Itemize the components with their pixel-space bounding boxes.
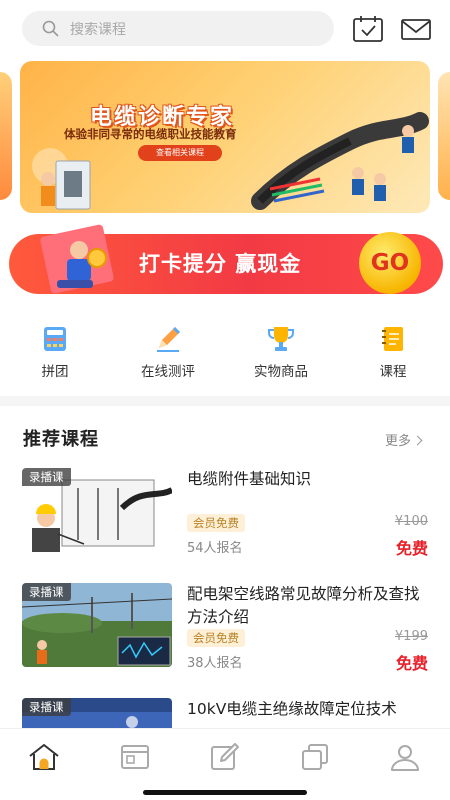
top-bar: 搜索课程 [0,0,450,58]
original-price: ¥199 [394,629,428,644]
original-price: ¥100 [394,514,428,529]
home-indicator [143,790,307,795]
pencil-icon [157,327,180,352]
quick-nav-label: 拼团 [41,364,69,380]
copy-icon[interactable] [297,741,333,773]
trophy-icon [268,327,294,351]
course-title: 电缆附件基础知识 [187,470,312,488]
course-item[interactable]: 录播课 电缆附件基础知识 会员免费 54人报名 ¥100 免费 [0,468,450,568]
quick-nav: 拼团 在线测评 实物商品 课程 [0,318,450,388]
quick-nav-label: 在线测评 [141,364,195,380]
course-item[interactable]: 录播课 10kV电缆主绝缘故障定位技术 [0,698,450,728]
search-input[interactable]: 搜索课程 [70,19,126,39]
calendar-check-icon[interactable] [352,14,384,44]
search-box[interactable]: 搜索课程 [22,11,334,46]
checkin-text: 打卡提分 赢现金 [139,252,302,276]
chevron-right-icon [412,435,423,446]
section-title: 推荐课程 [23,429,99,450]
search-icon [42,20,59,37]
checkin-illustration [40,224,114,294]
user-icon[interactable] [387,741,423,773]
course-thumbnail: 录播课 [22,468,172,552]
checkin-banner[interactable]: 打卡提分 赢现金 GO [9,224,443,300]
promo-banner[interactable]: 电缆诊断专家 体验非同寻常的电缆职业技能教育 查看相关课程 [20,61,430,213]
member-free-badge: 会员免费 [187,514,245,532]
carousel-prev-peek[interactable] [0,72,12,200]
course-thumbnail: 录播课 [22,698,172,728]
mail-icon[interactable] [400,14,432,44]
member-free-badge: 会员免费 [187,629,245,647]
quick-nav-courses[interactable]: 课程 [348,318,438,380]
recorded-tag: 录播课 [22,698,71,716]
banner-subtitle: 体验非同寻常的电缆职业技能教育 [64,127,237,141]
calculator-icon [44,327,66,351]
quick-nav-group-buy[interactable]: 拼团 [10,318,100,380]
quick-nav-label: 课程 [379,364,407,380]
quick-nav-label: 实物商品 [254,364,308,380]
course-item[interactable]: 录播课 配电架空线路常见故障分析及查找方法介绍 会员免费 38人报名 ¥199 … [0,583,450,683]
carousel-next-peek[interactable] [438,72,450,200]
enroll-count: 38人报名 [187,656,243,671]
go-button[interactable]: GO [359,232,421,294]
more-label: 更多 [385,434,412,449]
price: 免费 [395,539,428,558]
quick-nav-online-test[interactable]: 在线测评 [123,318,213,380]
home-icon[interactable] [26,741,62,773]
course-title: 10kV电缆主绝缘故障定位技术 [187,700,397,718]
enroll-count: 54人报名 [187,541,243,556]
edit-icon[interactable] [207,741,243,773]
more-link[interactable]: 更多 [385,430,423,449]
course-window-icon[interactable] [117,741,153,773]
notebook-icon [382,327,403,351]
section-divider [0,396,450,406]
recorded-tag: 录播课 [22,583,71,601]
price: 免费 [395,654,428,673]
view-courses-button[interactable]: 查看相关课程 [138,145,222,161]
course-title: 配电架空线路常见故障分析及查找方法介绍 [187,585,420,626]
course-thumbnail: 录播课 [22,583,172,667]
recorded-tag: 录播课 [22,468,71,486]
quick-nav-physical-goods[interactable]: 实物商品 [236,318,326,380]
